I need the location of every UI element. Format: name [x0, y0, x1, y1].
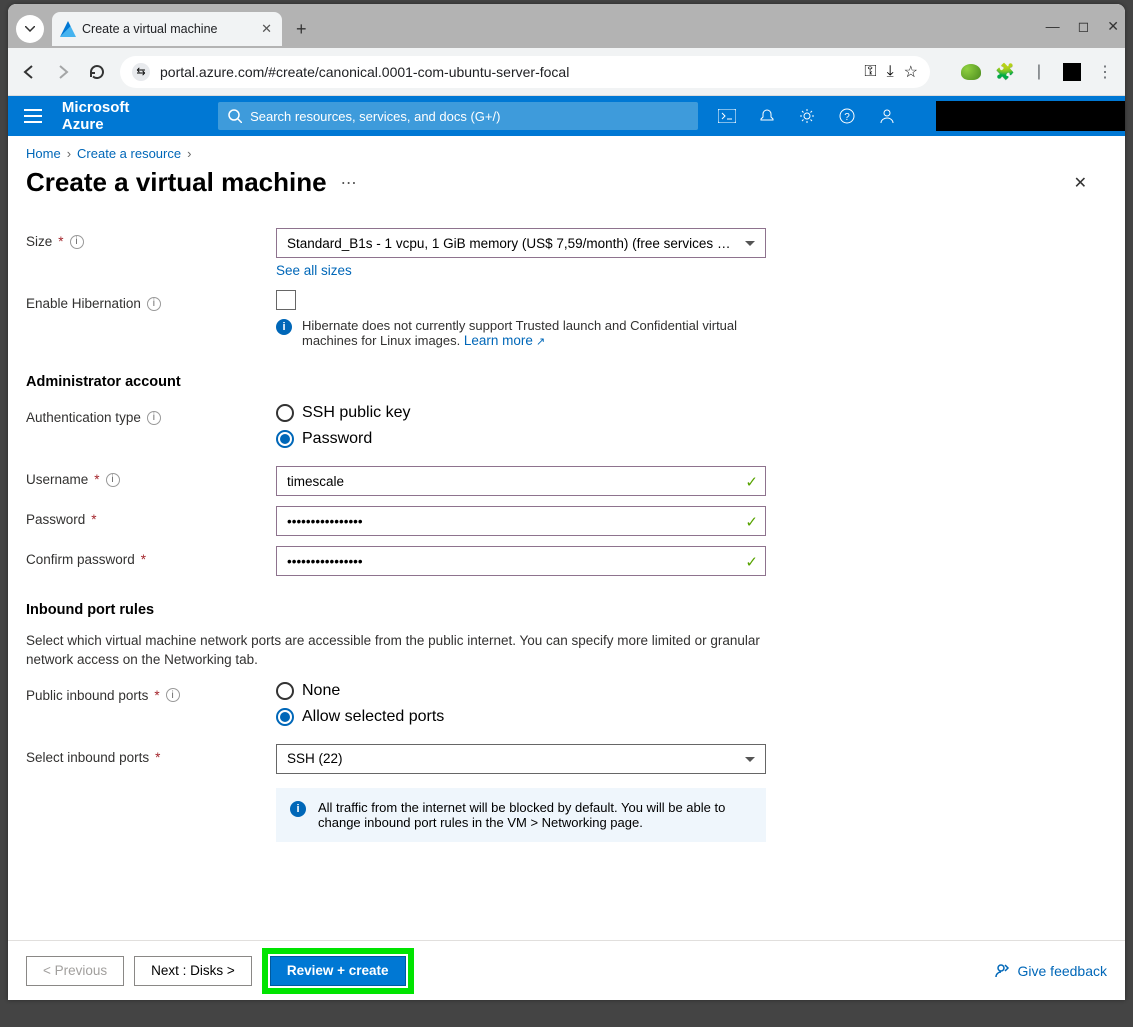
window-minimize-icon[interactable]: — — [1046, 18, 1060, 34]
valid-check-icon: ✓ — [745, 553, 758, 571]
svg-text:?: ? — [844, 112, 850, 123]
auth-type-password-radio[interactable]: Password — [276, 430, 766, 448]
admin-section-heading: Administrator account — [26, 374, 1107, 390]
info-icon[interactable]: i — [106, 473, 120, 487]
form-scroll-area[interactable]: Size * i Standard_B1s - 1 vcpu, 1 GiB me… — [8, 216, 1125, 940]
azure-favicon — [60, 21, 76, 37]
username-input[interactable] — [276, 466, 766, 496]
learn-more-link[interactable]: Learn more — [464, 333, 545, 348]
portal-menu-icon[interactable] — [24, 109, 42, 123]
browser-tab[interactable]: Create a virtual machine ✕ — [52, 12, 282, 46]
size-dropdown[interactable]: Standard_B1s - 1 vcpu, 1 GiB memory (US$… — [276, 228, 766, 258]
account-area-redacted[interactable] — [936, 101, 1125, 131]
inbound-section-heading: Inbound port rules — [26, 602, 1107, 618]
valid-check-icon: ✓ — [745, 473, 758, 491]
breadcrumb-home[interactable]: Home — [26, 146, 61, 161]
auth-type-ssh-radio[interactable]: SSH public key — [276, 404, 766, 422]
azure-search-box[interactable] — [218, 102, 698, 130]
tab-title: Create a virtual machine — [82, 22, 255, 36]
breadcrumb: Home › Create a resource › — [8, 136, 1125, 167]
tab-search-button[interactable] — [16, 15, 44, 43]
public-ports-allow-radio[interactable]: Allow selected ports — [276, 708, 766, 726]
notifications-bell-icon[interactable] — [758, 107, 776, 125]
info-icon[interactable]: i — [166, 688, 180, 702]
window-close-icon[interactable]: ✕ — [1107, 18, 1119, 35]
review-create-highlight: Review + create — [262, 948, 414, 994]
new-tab-button[interactable]: + — [296, 19, 307, 40]
size-label: Size — [26, 234, 52, 249]
info-circle-icon: i — [276, 319, 292, 335]
help-icon[interactable]: ? — [838, 107, 856, 125]
settings-gear-icon[interactable] — [798, 107, 816, 125]
nav-reload-icon[interactable] — [86, 61, 108, 83]
public-ports-label: Public inbound ports — [26, 688, 148, 703]
browser-address-bar: ⇆ portal.azure.com/#create/canonical.000… — [8, 48, 1125, 96]
see-all-sizes-link[interactable]: See all sizes — [276, 263, 352, 278]
select-ports-dropdown[interactable]: SSH (22) — [276, 744, 766, 774]
extensions-puzzle-icon[interactable]: 🧩 — [995, 62, 1015, 82]
valid-check-icon: ✓ — [745, 513, 758, 531]
install-app-icon[interactable]: ⤓ — [887, 63, 894, 81]
close-tab-icon[interactable]: ✕ — [261, 21, 272, 37]
nav-back-icon[interactable] — [18, 61, 40, 83]
password-input[interactable] — [276, 506, 766, 536]
public-ports-none-radio[interactable]: None — [276, 682, 766, 700]
feedback-person-icon[interactable] — [878, 107, 896, 125]
window-maximize-icon[interactable]: ◻ — [1078, 18, 1090, 35]
site-info-icon[interactable]: ⇆ — [132, 63, 150, 81]
chevron-right-icon: › — [187, 146, 191, 161]
browser-menu-icon[interactable]: ⋮ — [1095, 62, 1115, 82]
blade-close-icon[interactable]: ✕ — [1074, 173, 1087, 193]
confirm-password-input[interactable] — [276, 546, 766, 576]
chevron-right-icon: › — [67, 146, 71, 161]
profile-avatar[interactable] — [1063, 63, 1081, 81]
username-label: Username — [26, 472, 88, 487]
review-create-button[interactable]: Review + create — [270, 956, 406, 986]
confirm-password-label: Confirm password — [26, 552, 135, 567]
password-label: Password — [26, 512, 85, 527]
wizard-footer: < Previous Next : Disks > Review + creat… — [8, 940, 1125, 1000]
info-icon[interactable]: i — [147, 411, 161, 425]
previous-button[interactable]: < Previous — [26, 956, 124, 986]
select-ports-label: Select inbound ports — [26, 750, 149, 765]
hibernation-label: Enable Hibernation — [26, 296, 141, 311]
url-text: portal.azure.com/#create/canonical.0001-… — [160, 64, 854, 80]
give-feedback-link[interactable]: Give feedback — [994, 962, 1108, 980]
hibernation-checkbox[interactable] — [276, 290, 296, 310]
azure-brand[interactable]: Microsoft Azure — [62, 99, 174, 133]
nav-forward-icon[interactable] — [52, 61, 74, 83]
info-icon[interactable]: i — [147, 297, 161, 311]
bookmark-star-icon[interactable]: ☆ — [904, 62, 918, 82]
separator: | — [1029, 62, 1049, 82]
auth-type-label: Authentication type — [26, 410, 141, 425]
page-title: Create a virtual machine — [26, 167, 327, 198]
traffic-info-text: All traffic from the internet will be bl… — [318, 800, 752, 830]
info-icon[interactable]: i — [70, 235, 84, 249]
url-box[interactable]: ⇆ portal.azure.com/#create/canonical.000… — [120, 56, 930, 88]
extension-frog-icon[interactable] — [961, 64, 981, 80]
more-actions-icon[interactable]: ⋯ — [341, 173, 359, 193]
azure-search-input[interactable] — [250, 109, 688, 124]
next-button[interactable]: Next : Disks > — [134, 956, 252, 986]
password-key-icon[interactable]: ⚿ — [864, 63, 876, 81]
breadcrumb-create-resource[interactable]: Create a resource — [77, 146, 181, 161]
inbound-help-text: Select which virtual machine network por… — [26, 632, 766, 670]
browser-tabstrip: Create a virtual machine ✕ + — ◻ ✕ — [8, 4, 1125, 48]
info-circle-icon: i — [290, 801, 306, 817]
cloud-shell-icon[interactable] — [718, 107, 736, 125]
azure-top-bar: Microsoft Azure ? — [8, 96, 1125, 136]
